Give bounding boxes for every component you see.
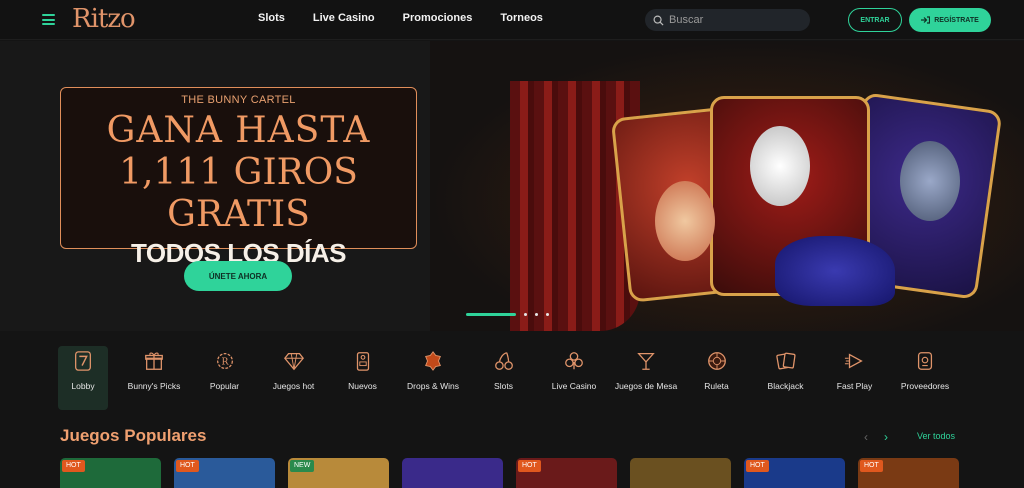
- hot-badge: HOT: [176, 460, 199, 472]
- hot-badge: HOT: [860, 460, 883, 472]
- hero-banner[interactable]: THE BUNNY CARTEL GANA HASTA 1,111 GIROS …: [0, 41, 1024, 331]
- seven-icon: [75, 351, 91, 371]
- game-tile[interactable]: HOT: [744, 458, 845, 488]
- login-arrow-icon: [921, 16, 931, 24]
- bunny-character-grey: [900, 141, 960, 221]
- roulette-icon: [707, 352, 726, 370]
- hero-artwork: [430, 41, 1024, 331]
- category-nuevos[interactable]: Nuevos: [328, 346, 397, 410]
- category-proveedores[interactable]: Proveedores: [889, 346, 961, 410]
- laurel-icon: R: [216, 353, 233, 369]
- svg-text:R: R: [221, 357, 229, 368]
- hot-badge: HOT: [746, 460, 769, 472]
- carousel-dot[interactable]: [535, 313, 538, 316]
- category-ruleta[interactable]: Ruleta: [682, 346, 751, 410]
- category-live-casino[interactable]: Live Casino: [538, 346, 610, 410]
- provider-icon: [917, 352, 933, 370]
- door-tag-icon: [356, 352, 369, 371]
- nav-live-casino[interactable]: Live Casino: [313, 12, 375, 24]
- category-popular[interactable]: R Popular: [190, 346, 259, 410]
- carousel-dot[interactable]: [524, 313, 527, 316]
- login-button[interactable]: ENTRAR: [848, 8, 902, 32]
- register-button[interactable]: REGÍSTRATE: [909, 8, 991, 32]
- game-tile[interactable]: HOT: [174, 458, 275, 488]
- game-tile[interactable]: HOT: [60, 458, 161, 488]
- search-box[interactable]: [645, 9, 810, 31]
- new-badge: NEW: [290, 460, 315, 472]
- game-tile[interactable]: [630, 458, 731, 488]
- gift-icon: [145, 352, 163, 370]
- category-bunnys-picks[interactable]: Bunny's Picks: [118, 346, 190, 410]
- promo-headline-1: GANA HASTA: [106, 110, 371, 151]
- promo-box: THE BUNNY CARTEL GANA HASTA 1,111 GIROS …: [60, 87, 417, 268]
- see-all-link[interactable]: Ver todos: [917, 431, 955, 441]
- carousel-arrows: ‹ ›: [864, 430, 888, 444]
- promo-headline-2: 1,111 GIROS GRATIS: [119, 152, 358, 235]
- category-juegos-hot[interactable]: Juegos hot: [259, 346, 328, 410]
- vintage-car: [775, 236, 895, 306]
- category-blackjack[interactable]: Blackjack: [751, 346, 820, 410]
- category-fast-play[interactable]: Fast Play: [820, 346, 889, 410]
- hamburger-menu-icon[interactable]: [42, 14, 55, 25]
- game-tile[interactable]: NEW: [288, 458, 389, 488]
- cocktail-icon: [637, 353, 655, 370]
- popular-games-row: HOT HOT NEW HOT HOT HOT: [60, 458, 959, 488]
- diamond-icon: [283, 353, 304, 371]
- carousel-dots: [466, 313, 549, 316]
- carousel-dot[interactable]: [546, 313, 549, 316]
- bunny-character-red: [655, 181, 715, 261]
- hot-badge: HOT: [62, 460, 85, 472]
- game-tile[interactable]: [402, 458, 503, 488]
- nav-slots[interactable]: Slots: [258, 12, 285, 24]
- drops-wins-icon: [425, 351, 441, 371]
- clubs-icon: [565, 352, 583, 370]
- search-icon: [653, 15, 664, 26]
- cherry-icon: [494, 352, 513, 370]
- register-label: REGÍSTRATE: [934, 16, 979, 24]
- search-input[interactable]: [669, 14, 799, 26]
- category-juegos-de-mesa[interactable]: Juegos de Mesa: [610, 346, 682, 410]
- logo[interactable]: Ritzo: [72, 4, 136, 34]
- join-now-button[interactable]: ÚNETE AHORA: [184, 261, 292, 291]
- category-bar: Lobby Bunny's Picks R Popular Juegos hot…: [58, 346, 968, 410]
- popular-games-title: Juegos Populares: [60, 426, 207, 445]
- game-tile[interactable]: HOT: [516, 458, 617, 488]
- game-tile[interactable]: HOT: [858, 458, 959, 488]
- fast-play-icon: [844, 353, 863, 369]
- category-lobby[interactable]: Lobby: [58, 346, 108, 410]
- nav-torneos[interactable]: Torneos: [500, 12, 543, 24]
- hot-badge: HOT: [518, 460, 541, 472]
- top-bar: Ritzo Slots Live Casino Promociones Torn…: [0, 0, 1024, 40]
- bunny-character-white: [750, 126, 810, 206]
- main-nav: Slots Live Casino Promociones Torneos: [258, 12, 571, 24]
- carousel-dot-active[interactable]: [466, 313, 516, 316]
- chevron-right-icon[interactable]: ›: [884, 430, 888, 444]
- category-drops-wins[interactable]: Drops & Wins: [397, 346, 469, 410]
- category-slots[interactable]: Slots: [469, 346, 538, 410]
- promo-subtitle: THE BUNNY CARTEL: [181, 94, 296, 106]
- nav-promociones[interactable]: Promociones: [403, 12, 473, 24]
- cards-icon: [775, 352, 796, 370]
- chevron-left-icon[interactable]: ‹: [864, 430, 868, 444]
